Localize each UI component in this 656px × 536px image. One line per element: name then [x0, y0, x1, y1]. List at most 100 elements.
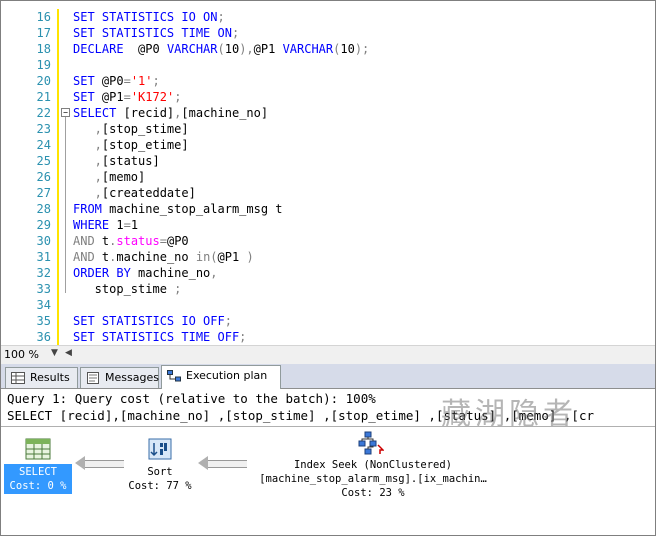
line-number: 27: [36, 186, 51, 200]
code-token: @P0: [138, 42, 167, 56]
code-line[interactable]: 27 ,[createddate]: [1, 185, 655, 201]
code-token: ;: [224, 314, 232, 328]
code-token: SET STATISTICS TIME OFF: [73, 330, 240, 344]
line-number: 23: [36, 122, 51, 136]
select-operator-icon[interactable]: [25, 438, 51, 460]
code-token: 1: [130, 218, 139, 232]
code-token: ;: [231, 26, 240, 40]
code-line[interactable]: 26 ,[memo]: [1, 169, 655, 185]
change-marker: [57, 201, 59, 217]
code-text: ,[status]: [73, 153, 160, 169]
code-token: DECLARE: [73, 42, 139, 56]
plan-arrow: [84, 460, 124, 468]
change-marker: [57, 249, 59, 265]
code-line[interactable]: 16 SET STATISTICS IO ON;: [1, 9, 655, 25]
line-number: 35: [36, 314, 51, 328]
code-line[interactable]: 35 SET STATISTICS IO OFF;: [1, 313, 655, 329]
line-number: 19: [36, 58, 51, 72]
change-marker: [57, 169, 59, 185]
code-token: WHERE: [73, 218, 117, 232]
results-tab-strip: Results Messages Execution plan: [1, 364, 655, 389]
code-line[interactable]: 25 ,[status]: [1, 153, 655, 169]
code-token: ;: [239, 330, 247, 344]
code-token: [machine_no]: [181, 106, 269, 120]
index-seek-operator-icon[interactable]: [358, 431, 384, 455]
messages-icon: [87, 372, 99, 384]
code-line[interactable]: 19: [1, 57, 655, 73]
code-text: SET STATISTICS IO OFF;: [73, 313, 232, 329]
seek-node-cost: Cost: 23 %: [341, 487, 405, 499]
code-text: FROM machine_stop_alarm_msg t: [73, 201, 283, 217]
plan-arrowhead: [75, 456, 85, 470]
code-text: ,[stop_stime]: [73, 121, 189, 137]
code-token: machine_no: [116, 250, 196, 264]
code-line[interactable]: 22 − SELECT [recid],[machine_no]: [1, 105, 655, 121]
change-marker: [57, 73, 59, 89]
code-line[interactable]: 29 WHERE 1=1: [1, 217, 655, 233]
code-token: );: [354, 42, 370, 56]
code-line[interactable]: 28 FROM machine_stop_alarm_msg t: [1, 201, 655, 217]
query-cost-header: Query 1: Query cost (relative to the bat…: [7, 391, 376, 406]
change-marker: [57, 57, 59, 73]
query-editor[interactable]: 16 SET STATISTICS IO ON; 17 SET STATISTICS …: [1, 1, 655, 345]
line-number: 18: [36, 42, 51, 56]
code-token: [status]: [101, 154, 160, 168]
code-token: =: [159, 234, 167, 248]
code-token: ,: [73, 138, 102, 152]
code-line[interactable]: 32 ORDER BY machine_no,: [1, 265, 655, 281]
code-token: SET STATISTICS TIME ON: [73, 26, 232, 40]
code-line[interactable]: 20 SET @P0='1';: [1, 73, 655, 89]
fold-guide: [65, 117, 66, 293]
code-line[interactable]: 24 ,[stop_etime]: [1, 137, 655, 153]
line-number: 21: [36, 90, 51, 104]
code-line[interactable]: 17 SET STATISTICS TIME ON;: [1, 25, 655, 41]
code-token: SET: [73, 90, 102, 104]
code-token: @P1: [101, 90, 124, 104]
code-text: ORDER BY machine_no,: [73, 265, 218, 281]
code-token: ,: [210, 266, 218, 280]
code-token: machine_stop_alarm_msg t: [109, 202, 283, 216]
chevron-down-icon[interactable]: ▼: [51, 348, 58, 358]
tab-messages[interactable]: Messages: [80, 367, 159, 388]
zoom-level[interactable]: 100 %: [4, 348, 39, 361]
line-number: 20: [36, 74, 51, 88]
code-line[interactable]: 31 AND t.machine_no in(@P1 ): [1, 249, 655, 265]
code-text: ,[createddate]: [73, 185, 196, 201]
tab-results[interactable]: Results: [5, 367, 78, 388]
code-line[interactable]: 36 SET STATISTICS TIME OFF;: [1, 329, 655, 345]
code-token: ORDER BY: [73, 266, 139, 280]
change-marker: [57, 89, 59, 105]
code-token: ,: [73, 186, 102, 200]
code-text: stop_stime ;: [73, 281, 182, 297]
code-line[interactable]: 34: [1, 297, 655, 313]
code-line[interactable]: 18 DECLARE @P0 VARCHAR(10),@P1 VARCHAR(10…: [1, 41, 655, 57]
line-number: 36: [36, 330, 51, 344]
code-token: =: [123, 74, 131, 88]
scroll-left-icon[interactable]: ◀: [65, 348, 72, 358]
code-token: ,: [73, 170, 102, 184]
code-token: ;: [152, 74, 160, 88]
change-marker: [57, 137, 59, 153]
code-line[interactable]: 21 SET @P1='K172';: [1, 89, 655, 105]
code-text: SET STATISTICS IO ON;: [73, 9, 225, 25]
tab-execution-plan[interactable]: Execution plan: [161, 365, 281, 389]
sort-node-label: Sort: [147, 466, 173, 478]
grid-icon: [11, 372, 25, 384]
code-line[interactable]: 33 stop_stime ;: [1, 281, 655, 297]
line-number: 33: [36, 282, 51, 296]
code-text: SET @P1='K172';: [73, 89, 181, 105]
code-token: AND: [73, 234, 102, 248]
code-token: 1: [116, 218, 124, 232]
plan-arrow: [207, 460, 247, 468]
sort-operator-icon[interactable]: [148, 438, 172, 460]
change-marker: [57, 41, 59, 57]
code-text: DECLARE @P0 VARCHAR(10),@P1 VARCHAR(10);: [73, 41, 369, 57]
code-line[interactable]: 30 AND t.status=@P0: [1, 233, 655, 249]
change-marker: [57, 185, 59, 201]
tab-messages-label: Messages: [105, 371, 159, 384]
code-token: (: [217, 42, 225, 56]
code-token: machine_no: [138, 266, 211, 280]
collapse-icon[interactable]: −: [61, 108, 70, 117]
line-number: 31: [36, 250, 51, 264]
code-line[interactable]: 23 ,[stop_stime]: [1, 121, 655, 137]
